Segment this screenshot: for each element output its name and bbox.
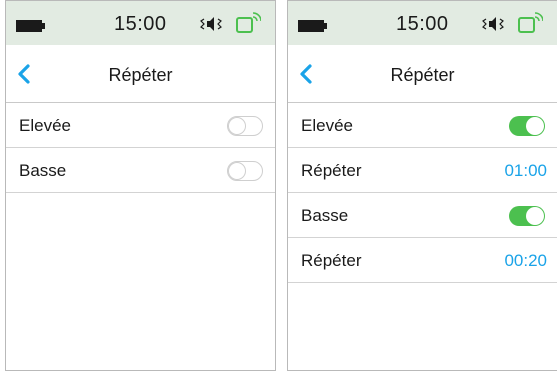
row-label: Elevée (19, 116, 71, 135)
battery-icon (16, 20, 45, 32)
row-repeter-elevee[interactable]: Répéter 01:00 (288, 148, 557, 193)
elevee-toggle[interactable] (509, 116, 545, 136)
speaker-vibrate-icon (200, 17, 222, 31)
status-bar: 15:00 (6, 1, 275, 45)
elevee-toggle[interactable] (227, 116, 263, 136)
battery-icon (298, 20, 327, 32)
basse-toggle[interactable] (227, 161, 263, 181)
row-basse: Basse (6, 148, 275, 193)
phone-screen-left: 15:00 Répéter Elevée Basse (5, 0, 276, 371)
repeat-interval-value[interactable]: 00:20 (504, 251, 547, 271)
nav-bar: Répéter (288, 45, 557, 103)
row-label: Basse (301, 206, 349, 225)
wifi-signal-icon (518, 12, 543, 33)
speaker-vibrate-icon (482, 17, 504, 31)
row-elevee: Elevée (6, 103, 275, 148)
row-repeter-basse[interactable]: Répéter 00:20 (288, 238, 557, 283)
toggle-knob (228, 117, 246, 135)
row-label: Basse (19, 161, 67, 180)
nav-bar: Répéter (6, 45, 275, 103)
wifi-signal-icon (236, 12, 261, 33)
repeat-interval-value[interactable]: 01:00 (504, 161, 547, 181)
basse-toggle[interactable] (509, 206, 545, 226)
phone-screen-right: 15:00 Répéter Elevée Répéter 01:00 Basse… (287, 0, 557, 371)
page-title: Répéter (108, 65, 173, 85)
toggle-knob (228, 162, 246, 180)
row-elevee: Elevée (288, 103, 557, 148)
status-bar: 15:00 (288, 1, 557, 45)
status-time: 15:00 (114, 13, 167, 35)
row-label: Répéter (301, 161, 362, 180)
page-title: Répéter (390, 65, 455, 85)
row-label: Répéter (301, 251, 362, 270)
row-basse: Basse (288, 193, 557, 238)
row-label: Elevée (301, 116, 353, 135)
toggle-knob (526, 117, 544, 135)
toggle-knob (526, 207, 544, 225)
status-time: 15:00 (396, 13, 449, 35)
